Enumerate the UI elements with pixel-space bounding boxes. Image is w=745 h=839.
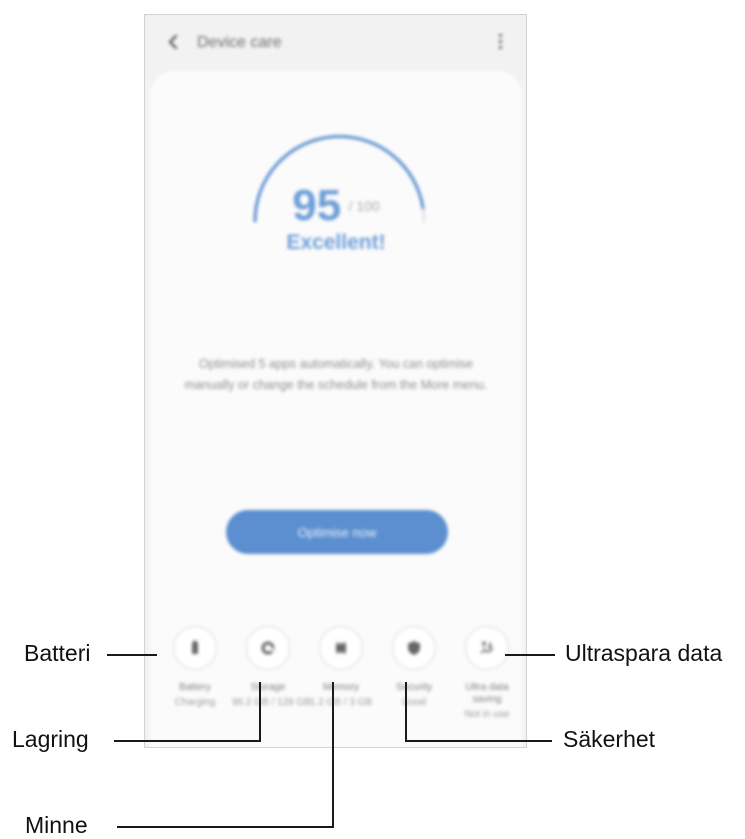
shield-icon <box>392 626 436 670</box>
memory-leader-line-v <box>332 682 334 828</box>
battery-icon <box>173 626 217 670</box>
device-care-screen: Device care 95 / 100 Excellent! Optimise… <box>144 14 527 748</box>
battery-tile[interactable]: Battery Charging <box>159 626 231 708</box>
back-arrow-icon[interactable] <box>163 31 185 53</box>
security-leader-line-h <box>406 740 552 742</box>
security-tile-value: Good <box>401 697 427 708</box>
device-care-card: 95 / 100 Excellent! Optimised 5 apps aut… <box>150 71 523 747</box>
callout-data-saving: Ultraspara data <box>565 640 723 666</box>
security-tile-label: Security <box>395 682 433 693</box>
score-max: / 100 <box>348 198 380 214</box>
storage-tile-value: 96.2 GB / 128 GB <box>232 697 311 708</box>
optimization-description: Optimised 5 apps automatically. You can … <box>184 357 488 392</box>
page-title: Device care <box>197 34 282 51</box>
data-saving-tile[interactable]: Ultra data saving Not in use <box>451 626 523 720</box>
memory-leader-line-h <box>117 826 333 828</box>
storage-icon <box>246 626 290 670</box>
storage-tile[interactable]: Storage 96.2 GB / 128 GB <box>232 626 311 708</box>
score-value: 95 <box>292 181 342 230</box>
data-saving-icon <box>465 626 509 670</box>
battery-tile-value: Charging <box>174 697 216 708</box>
app-bar: Device care <box>145 15 526 71</box>
callout-security: Säkerhet <box>563 726 656 752</box>
score-status: Excellent! <box>286 231 386 254</box>
security-tile[interactable]: Security Good <box>378 626 450 708</box>
optimize-now-button[interactable]: Optimise now <box>226 510 448 554</box>
storage-leader-line-h <box>114 740 260 742</box>
battery-leader-line <box>107 654 157 656</box>
memory-tile-label: Memory <box>322 682 360 693</box>
memory-tile-value: 1.2 GB / 3 GB <box>309 697 373 708</box>
callout-memory: Minne <box>25 812 88 838</box>
battery-tile-label: Battery <box>179 682 211 693</box>
memory-tile[interactable]: Memory 1.2 GB / 3 GB <box>305 626 377 708</box>
callout-battery: Batteri <box>24 640 91 666</box>
score-display: 95 / 100 <box>150 181 522 231</box>
data-saving-leader-line <box>505 654 555 656</box>
more-options-icon[interactable] <box>490 31 510 55</box>
memory-icon <box>319 626 363 670</box>
data-saving-tile-label: Ultra data saving <box>465 682 509 705</box>
storage-leader-line-v <box>259 682 261 742</box>
data-saving-tile-value: Not in use <box>464 709 510 720</box>
security-leader-line-v <box>405 682 407 742</box>
storage-tile-label: Storage <box>250 682 286 693</box>
callout-storage: Lagring <box>12 726 89 752</box>
